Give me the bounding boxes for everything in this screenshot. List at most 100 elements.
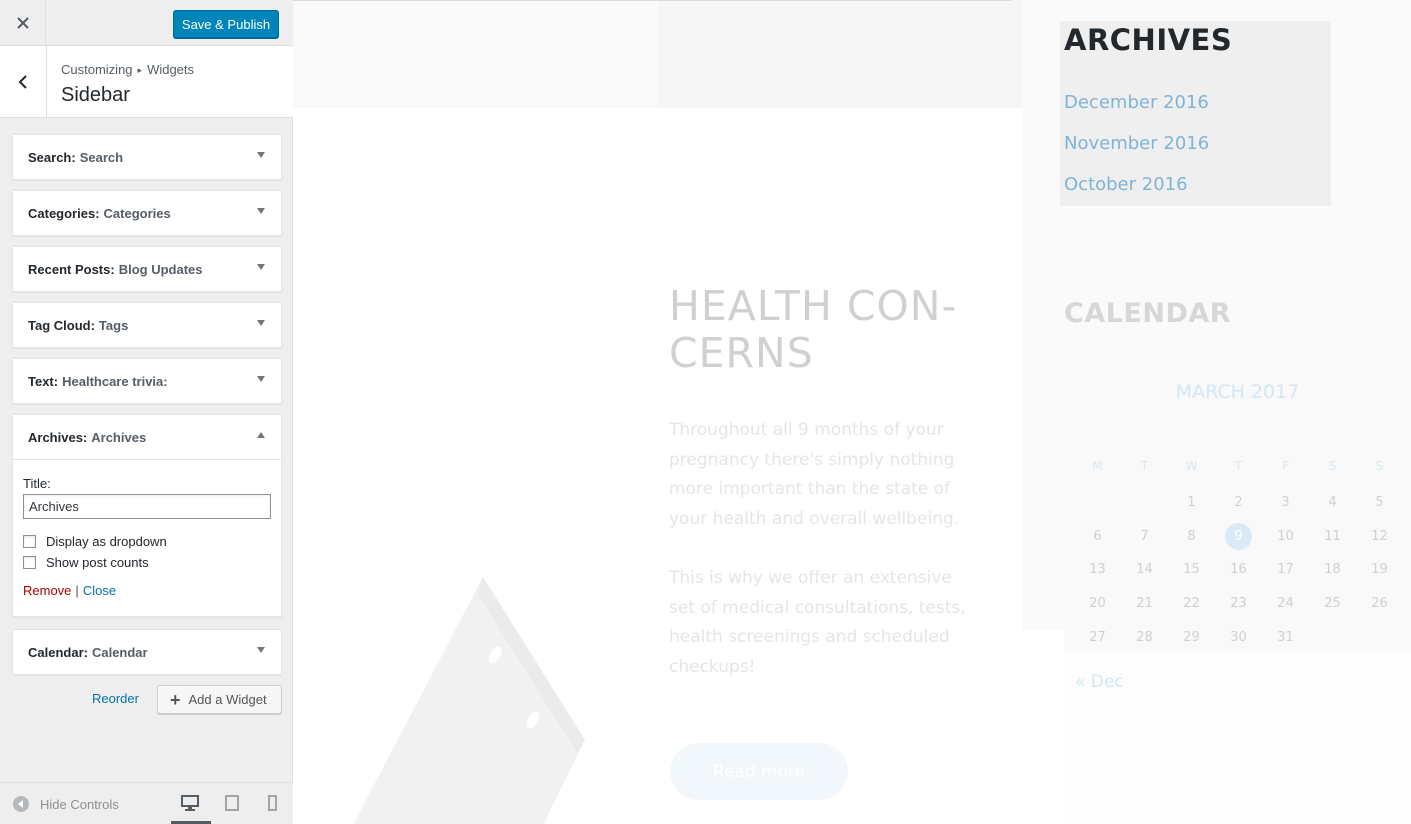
widget-header[interactable]: Calendar: Calendar (13, 630, 281, 674)
calendar-day-number: 6 (1093, 528, 1102, 544)
read-more-button[interactable]: Read more (670, 743, 848, 800)
widget-type: Calendar: (28, 644, 88, 660)
site-preview[interactable]: HEALTH CON-CERNS Throughout all 9 months… (293, 0, 1411, 824)
calendar-day: 2 (1215, 486, 1262, 520)
hide-controls-button[interactable]: Hide Controls (13, 796, 119, 812)
calendar-day: 3 (1262, 486, 1309, 520)
calendar-day: 23 (1215, 587, 1262, 621)
weekday-header: S (1328, 459, 1337, 473)
widget-type: Tag Cloud: (28, 317, 95, 333)
calendar-day-number: 4 (1328, 494, 1337, 510)
widget-title: Healthcare trivia: (62, 373, 168, 389)
calendar-day-number: 26 (1371, 596, 1388, 612)
back-button[interactable] (0, 46, 47, 117)
calendar-day: 28 (1121, 621, 1168, 655)
archive-link[interactable]: November 2016 (1064, 133, 1209, 154)
title-field[interactable] (23, 494, 271, 519)
mobile-preview-icon[interactable] (268, 795, 277, 816)
close-icon (16, 17, 29, 29)
expand-arrow-icon[interactable] (257, 208, 265, 214)
expand-arrow-icon[interactable] (257, 264, 265, 270)
dropdown-checkbox[interactable] (23, 535, 36, 548)
expand-arrow-icon[interactable] (257, 320, 265, 326)
hero-title: HEALTH CON-CERNS (669, 282, 958, 377)
widget-type: Recent Posts: (28, 261, 115, 277)
calendar-day-number: 25 (1324, 596, 1341, 612)
calendar-day: 26 (1356, 587, 1403, 621)
widget-header[interactable]: Recent Posts: Blog Updates (13, 247, 281, 291)
calendar-day-number: 9 (1225, 522, 1252, 550)
calendar-day-number: 21 (1136, 596, 1153, 612)
calendar-day-number: 7 (1140, 528, 1149, 544)
weekday-header: S (1375, 459, 1384, 473)
reorder-link[interactable]: Reorder (92, 691, 139, 706)
weekday-header: M (1092, 459, 1103, 473)
widget-calendar[interactable]: Calendar: Calendar (12, 629, 282, 675)
dropdown-label[interactable]: Display as dropdown (46, 534, 167, 549)
section-header: Customizing ▸ Widgets Sidebar (0, 46, 293, 118)
expand-arrow-icon[interactable] (257, 152, 265, 158)
widget-search[interactable]: Search: Search (12, 134, 282, 180)
calendar-day (1356, 621, 1403, 655)
widget-type: Text: (28, 373, 59, 389)
title-field-label: Title: (23, 476, 51, 491)
calendar-day-today: 9 (1215, 520, 1262, 554)
calendar-day: 13 (1074, 553, 1121, 587)
calendar-day: 19 (1356, 553, 1403, 587)
calendar-day-number: 1 (1187, 494, 1196, 510)
widget-header[interactable]: Search: Search (13, 135, 281, 179)
save-publish-button[interactable]: Save & Publish (173, 10, 279, 38)
widget-tag-cloud[interactable]: Tag Cloud: Tags (12, 302, 282, 348)
calendar-day-number: 3 (1281, 494, 1290, 510)
widget-title: Categories (103, 205, 171, 221)
widget-title: Blog Updates (118, 261, 203, 277)
remove-link[interactable]: Remove (23, 583, 71, 598)
tablet-preview-icon[interactable] (225, 795, 239, 816)
calendar-day-number: 24 (1277, 596, 1294, 612)
collapse-arrow-icon[interactable] (257, 432, 265, 438)
post-counts-option[interactable]: Show post counts (23, 554, 271, 571)
calendar-prev-link[interactable]: « Dec (1075, 672, 1124, 692)
archive-link[interactable]: October 2016 (1064, 174, 1188, 195)
widget-title: Search (79, 149, 124, 165)
calendar-day: 1 (1168, 486, 1215, 520)
calendar-day: 30 (1215, 621, 1262, 655)
expand-arrow-icon[interactable] (257, 376, 265, 382)
add-widget-button[interactable]: + Add a Widget (157, 685, 282, 714)
calendar-day-number: 16 (1230, 562, 1247, 578)
post-counts-label[interactable]: Show post counts (46, 555, 149, 570)
calendar-day (1309, 621, 1356, 655)
calendar-day-number: 2 (1234, 494, 1243, 510)
calendar-day: 11 (1309, 520, 1356, 554)
archive-link[interactable]: December 2016 (1064, 92, 1209, 113)
widget-recent-posts[interactable]: Recent Posts: Blog Updates (12, 246, 282, 292)
widget-type: Archives: (28, 429, 88, 445)
calendar-day-number: 30 (1230, 629, 1247, 645)
breadcrumb: Customizing ▸ Widgets (61, 62, 194, 77)
calendar-day-number: 8 (1187, 528, 1196, 544)
widget-header[interactable]: Archives: Archives (13, 415, 281, 459)
close-customizer-button[interactable] (0, 0, 46, 46)
widget-header[interactable]: Text: Healthcare trivia: (13, 359, 281, 403)
calendar-day-number: 10 (1277, 528, 1294, 544)
expand-arrow-icon[interactable] (257, 647, 265, 653)
widget-header[interactable]: Categories: Categories (13, 191, 281, 235)
calendar-day: 20 (1074, 587, 1121, 621)
calendar-day: 5 (1356, 486, 1403, 520)
widget-text[interactable]: Text: Healthcare trivia: (12, 358, 282, 404)
widget-categories[interactable]: Categories: Categories (12, 190, 282, 236)
widget-archives-expanded: Archives:Archives Title: Display as drop… (12, 414, 282, 617)
post-counts-checkbox[interactable] (23, 556, 36, 569)
customizer-panel: Save & Publish Customizing ▸ Widgets Sideb… (0, 0, 293, 824)
close-link[interactable]: Close (83, 583, 116, 598)
breadcrumb-separator-icon: ▸ (137, 65, 143, 75)
dropdown-option[interactable]: Display as dropdown (23, 533, 271, 550)
calendar-day-number: 19 (1371, 562, 1388, 578)
desktop-preview-icon[interactable] (181, 795, 199, 816)
calendar-day: 29 (1168, 621, 1215, 655)
widget-header[interactable]: Tag Cloud: Tags (13, 303, 281, 347)
calendar-day-number: 14 (1136, 562, 1153, 578)
hide-controls-label: Hide Controls (40, 796, 119, 812)
calendar-grid: M T W T F S S 1 2 3 4 5 6 7 8 9 10 11 12 13 14 15 16 17 18 19 20 21… (1074, 452, 1404, 655)
archives-heading: ARCHIVES (1064, 23, 1233, 57)
